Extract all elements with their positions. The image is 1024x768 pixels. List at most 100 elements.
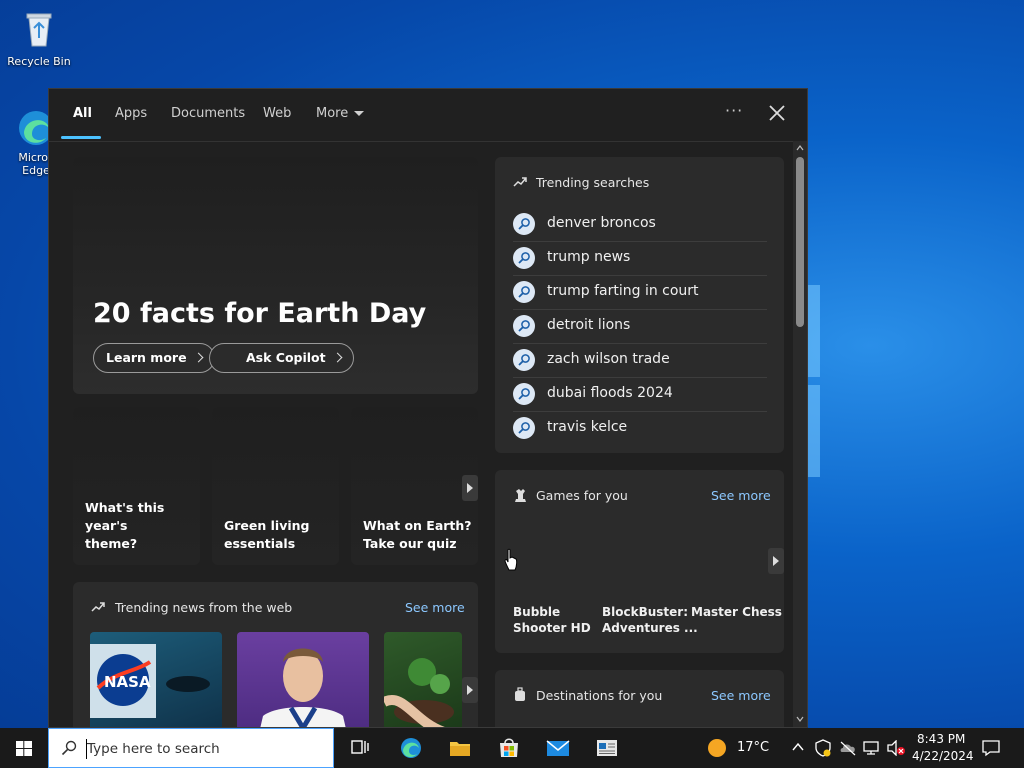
card-line: essentials: [224, 536, 296, 551]
desktop-icon-recycle-bin[interactable]: Recycle Bin: [3, 8, 75, 68]
trending-news-card: Trending news from the web See more NASA: [73, 582, 478, 727]
edge-icon[interactable]: [399, 736, 423, 760]
search-panel: All Apps Documents Web More ··· 20 facts…: [48, 88, 808, 728]
game-master-chess[interactable]: Master Chess: [691, 604, 782, 620]
search-icon: [513, 383, 535, 405]
trending-search-item[interactable]: denver broncos: [513, 207, 767, 242]
trending-search-label: zach wilson trade: [547, 351, 670, 367]
search-icon: [513, 315, 535, 337]
microsoft-store-icon[interactable]: [497, 736, 521, 760]
chevron-right-icon: [332, 352, 343, 363]
ask-copilot-button[interactable]: Ask Copilot: [209, 343, 354, 373]
trending-arrow-icon: [513, 177, 527, 187]
search-placeholder: Type here to search: [87, 741, 220, 757]
security-shield-icon[interactable]: [815, 739, 831, 757]
games-see-more-link[interactable]: See more: [711, 488, 771, 503]
task-view-icon[interactable]: [349, 736, 373, 760]
trending-search-label: trump news: [547, 249, 631, 265]
trending-search-item[interactable]: dubai floods 2024: [513, 377, 767, 412]
tab-web[interactable]: Web: [263, 106, 291, 121]
svg-text:NASA: NASA: [104, 673, 151, 691]
plant-photo: [384, 658, 454, 727]
card-quiz[interactable]: What on Earth? Take our quiz: [351, 407, 478, 565]
news-app-icon[interactable]: [595, 736, 619, 760]
weather-temperature[interactable]: 17°C: [737, 740, 769, 755]
news-thumbnail-plants[interactable]: [384, 632, 462, 727]
search-tabs: All Apps Documents Web More ···: [49, 89, 807, 142]
games-next-arrow[interactable]: [768, 548, 784, 574]
trending-search-label: trump farting in court: [547, 283, 699, 299]
card-line: What's this year's: [85, 500, 165, 533]
scroll-down-icon[interactable]: [796, 715, 804, 723]
tab-apps[interactable]: Apps: [115, 106, 147, 121]
trending-search-item[interactable]: trump farting in court: [513, 275, 767, 310]
volume-muted-icon[interactable]: [886, 740, 906, 756]
trending-search-label: denver broncos: [547, 215, 656, 231]
taskbar-search-box[interactable]: Type here to search: [48, 728, 334, 768]
game-bubble-shooter[interactable]: Bubble Shooter HD: [513, 604, 591, 636]
search-icon: [513, 281, 535, 303]
trending-arrow-icon: [91, 602, 105, 612]
start-button[interactable]: [0, 728, 48, 768]
tab-all[interactable]: All: [73, 106, 92, 121]
chevron-up-icon[interactable]: [792, 742, 804, 752]
mail-icon[interactable]: [546, 736, 570, 760]
game-name-line: Bubble: [513, 605, 561, 619]
close-icon[interactable]: [765, 101, 789, 125]
learn-more-button[interactable]: Learn more: [93, 343, 215, 373]
trending-searches-title: Trending searches: [536, 175, 650, 190]
card-theme[interactable]: What's this year's theme?: [73, 407, 200, 565]
file-explorer-icon[interactable]: [448, 736, 472, 760]
chess-piece-icon: [515, 489, 526, 502]
taskbar: Type here to search 17°C 8:43 PM 4/22/20…: [0, 728, 1024, 768]
ask-copilot-label: Ask Copilot: [246, 350, 326, 365]
news-thumbnail-football[interactable]: [237, 632, 369, 727]
earth-day-hero[interactable]: 20 facts for Earth Day Learn more Ask Co…: [73, 157, 478, 394]
notifications-icon[interactable]: [982, 739, 1000, 757]
trending-search-item[interactable]: trump news: [513, 241, 767, 276]
scroll-up-icon[interactable]: [796, 144, 804, 152]
game-name-line: Shooter HD: [513, 621, 591, 635]
clock-date[interactable]: 4/22/2024: [912, 749, 974, 763]
recycle-bin-label: Recycle Bin: [7, 55, 71, 68]
search-icon: [513, 349, 535, 371]
search-icon: [61, 740, 77, 756]
news-next-arrow[interactable]: [462, 677, 478, 703]
trending-searches-card: Trending searches denver broncos trump ne…: [495, 157, 784, 453]
network-icon[interactable]: [862, 740, 880, 756]
news-thumbnail-nasa[interactable]: NASA: [90, 632, 222, 727]
card-line: theme?: [85, 536, 138, 551]
tab-documents[interactable]: Documents: [171, 106, 245, 121]
game-name-line: BlockBuster:: [602, 605, 689, 619]
card-label: What on Earth? Take our quiz: [363, 517, 472, 553]
trending-search-label: detroit lions: [547, 317, 631, 333]
tab-more[interactable]: More: [316, 106, 365, 121]
card-label: What's this year's theme?: [85, 499, 200, 553]
card-line: Take our quiz: [363, 536, 457, 551]
panel-scrollbar[interactable]: [793, 141, 807, 727]
earth-day-cards: What's this year's theme? Green living ess…: [73, 407, 478, 565]
cards-next-arrow[interactable]: [462, 475, 478, 501]
luggage-icon: [515, 687, 525, 701]
games-title: Games for you: [536, 488, 628, 503]
trending-search-item[interactable]: zach wilson trade: [513, 343, 767, 378]
clock-time[interactable]: 8:43 PM: [917, 732, 965, 746]
search-icon: [513, 417, 535, 439]
onedrive-icon[interactable]: [839, 740, 857, 756]
trending-search-item[interactable]: detroit lions: [513, 309, 767, 344]
more-options-icon[interactable]: ···: [725, 101, 743, 120]
game-name-line: Adventures ...: [602, 621, 698, 635]
game-blockbuster[interactable]: BlockBuster: Adventures ...: [602, 604, 698, 636]
trending-search-label: travis kelce: [547, 419, 628, 435]
caret-down-icon: [354, 111, 365, 116]
trending-search-label: dubai floods 2024: [547, 385, 673, 401]
trending-search-item[interactable]: travis kelce: [513, 411, 767, 445]
news-see-more-link[interactable]: See more: [405, 600, 465, 615]
hero-title: 20 facts for Earth Day: [93, 298, 427, 329]
weather-sun-icon[interactable]: [707, 738, 727, 758]
scrollbar-thumb[interactable]: [796, 157, 804, 327]
card-line: What on Earth?: [363, 518, 472, 533]
mouse-cursor-icon: [504, 548, 518, 571]
card-green-living[interactable]: Green living essentials: [212, 407, 339, 565]
destinations-see-more-link[interactable]: See more: [711, 688, 771, 703]
